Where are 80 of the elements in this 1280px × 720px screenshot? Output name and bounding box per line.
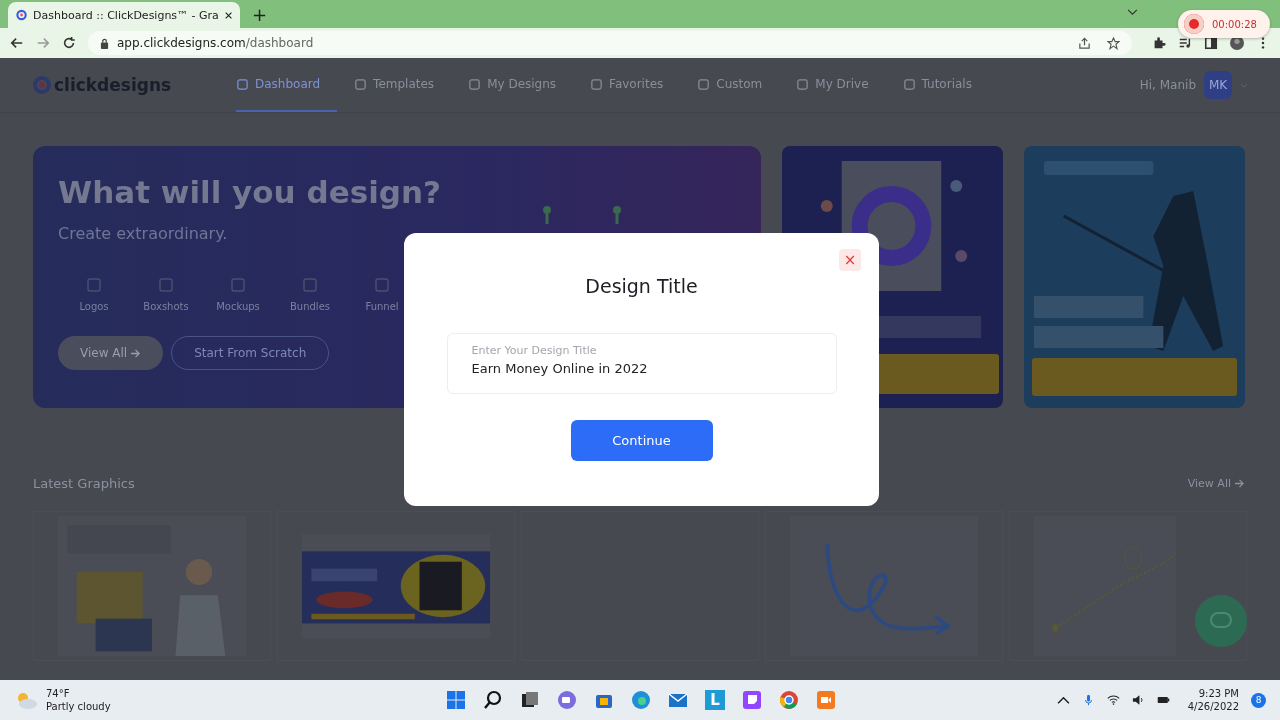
address-field[interactable]: app.clickdesigns.com/dashboard [88, 31, 1132, 55]
close-button[interactable]: × [839, 249, 861, 271]
category-item[interactable]: Bundles [274, 277, 346, 312]
user-avatar[interactable]: MK [1204, 71, 1232, 99]
new-tab-button[interactable]: + [252, 5, 268, 25]
task-view-icon[interactable] [520, 690, 540, 710]
dialog-title: Design Title [585, 275, 698, 297]
arrow-icon [1234, 479, 1245, 488]
tab-title: Dashboard :: ClickDesigns™ - Gra [33, 8, 219, 22]
wifi-icon[interactable] [1106, 694, 1120, 706]
back-icon[interactable] [10, 36, 24, 50]
nav-tab[interactable]: My Designs [468, 58, 574, 112]
category-item[interactable]: Funnel [346, 277, 418, 312]
mail-icon[interactable] [668, 690, 688, 710]
category-label: Logos [79, 301, 109, 312]
notification-badge[interactable]: 8 [1251, 692, 1266, 708]
graphic-card[interactable] [277, 511, 515, 661]
recording-widget[interactable]: 00:00:28 [1178, 10, 1270, 38]
arrow-icon [130, 348, 142, 358]
nav-tab[interactable]: Templates [354, 58, 452, 112]
clock-date: 4/26/2022 [1187, 700, 1239, 713]
forward-icon[interactable] [36, 36, 50, 50]
hero-subtitle: Create extraordinary. [58, 224, 228, 243]
app-icon[interactable]: L [705, 690, 725, 710]
section-title: Latest Graphics [33, 476, 135, 491]
speaker-icon[interactable] [1131, 694, 1145, 706]
nav-tab[interactable]: Custom [697, 58, 780, 112]
puzzle-icon[interactable] [1152, 36, 1166, 50]
category-icon [302, 277, 318, 293]
figure-icon [613, 206, 621, 224]
hero-title: What will you design? [58, 174, 442, 210]
share-icon[interactable] [1078, 36, 1091, 50]
chat-button[interactable] [1195, 595, 1247, 647]
category-label: Mockups [216, 301, 260, 312]
browser-tab[interactable]: Dashboard :: ClickDesigns™ - Gra [8, 2, 240, 28]
category-icon [158, 277, 174, 293]
category-icon [374, 277, 390, 293]
figure-icon [543, 206, 551, 224]
logo-icon [32, 75, 52, 95]
reload-icon[interactable] [62, 36, 76, 50]
category-label: Bundles [290, 301, 330, 312]
logo-icon [16, 8, 28, 22]
weather-text: Partly cloudy [46, 700, 111, 713]
category-icon [86, 277, 102, 293]
clock-time: 9:23 PM [1198, 687, 1239, 700]
category-item[interactable]: Mockups [202, 277, 274, 312]
windows-icon[interactable] [446, 690, 466, 710]
category-item[interactable]: Boxshots [130, 277, 202, 312]
design-title-field[interactable]: Enter Your Design Title Earn Money Online in 2022 [446, 333, 837, 394]
chrome-icon[interactable] [779, 690, 799, 710]
category-label: Boxshots [143, 301, 189, 312]
battery-icon[interactable] [1156, 694, 1170, 706]
lock-icon [100, 37, 109, 49]
sidebar-icon[interactable] [1204, 36, 1218, 50]
record-icon[interactable] [1184, 14, 1204, 34]
field-label: Enter Your Design Title [471, 344, 598, 357]
temperature: 74°F [46, 687, 71, 700]
search-icon[interactable] [483, 690, 503, 710]
clock[interactable]: 9:23 PM 4/26/2022 [1187, 687, 1239, 713]
chevron-icon[interactable] [1127, 9, 1139, 16]
user-greeting: Hi, Manib [1139, 78, 1196, 92]
view-all-link[interactable]: View All [1187, 477, 1245, 490]
url-text: app.clickdesigns.com/dashboard [117, 36, 315, 50]
close-icon[interactable] [224, 10, 232, 20]
nav-tab[interactable]: Favorites [590, 58, 681, 112]
category-item[interactable]: Logos [58, 277, 130, 312]
view-all-button[interactable]: View All [58, 336, 164, 370]
continue-button[interactable]: Continue [570, 420, 713, 461]
caret-icon[interactable] [1056, 694, 1070, 706]
recorder-icon[interactable] [816, 690, 836, 710]
nav-tab[interactable]: Tutorials [902, 58, 989, 112]
nav-tab[interactable]: Dashboard [236, 58, 338, 112]
playlist-icon[interactable] [1178, 36, 1192, 50]
chat-icon[interactable] [557, 690, 577, 710]
recording-time: 00:00:28 [1212, 18, 1257, 30]
star-icon[interactable] [1107, 36, 1120, 50]
category-label: Funnel [365, 301, 399, 312]
category-icon [230, 277, 246, 293]
nav-tab[interactable]: My Drive [796, 58, 886, 112]
square-icon [697, 77, 711, 91]
